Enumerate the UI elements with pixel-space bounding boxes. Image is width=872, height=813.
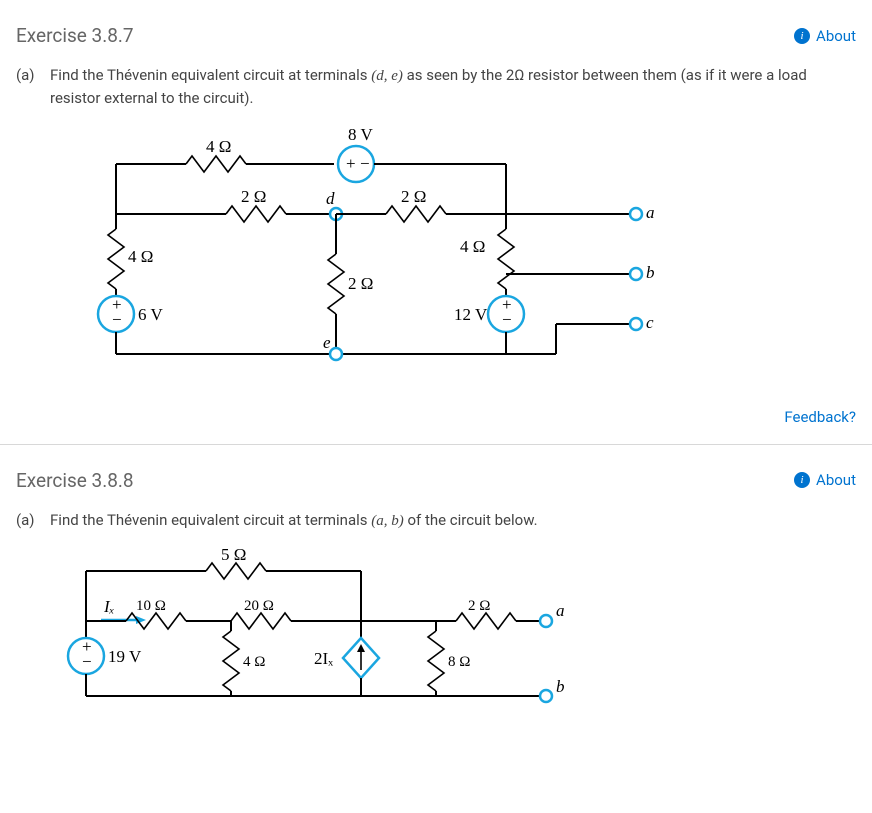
node-a: a (646, 203, 655, 222)
r-5: 5 Ω (221, 546, 246, 564)
svg-text:−: − (360, 154, 370, 173)
part-a: (a) Find the Thévenin equivalent circuit… (16, 65, 856, 110)
ix-label: Iₓ (103, 597, 115, 616)
svg-text:−: − (82, 652, 92, 671)
node-c: c (646, 313, 654, 332)
info-icon: i (794, 28, 810, 44)
r-2b: 2 Ω (401, 187, 426, 206)
about-link[interactable]: i About (794, 27, 856, 45)
q-r: 2Ω (506, 66, 524, 84)
node-d: d (326, 189, 335, 208)
node-b: b (646, 263, 655, 282)
exercise-title: Exercise 3.8.7 (16, 24, 134, 47)
question-text: Find the Thévenin equivalent circuit at … (50, 65, 856, 110)
node-e: e (323, 333, 331, 352)
circuit-387: + − 4 Ω 8 V 2 Ω d 2 Ω a (76, 124, 856, 388)
r-2a: 2 Ω (241, 187, 266, 206)
q-post: of the circuit below. (404, 511, 538, 529)
r-10: 10 Ω (136, 598, 166, 614)
q-terms: (a, b) (371, 513, 404, 529)
feedback-link[interactable]: Feedback? (16, 388, 856, 444)
svg-text:+: + (346, 154, 356, 173)
circuit-svg-387: + − 4 Ω 8 V 2 Ω d 2 Ω a (76, 124, 696, 384)
dep-label: 2Iₓ (314, 649, 333, 668)
v-top: 8 V (348, 125, 373, 144)
q-pre: Find the Thévenin equivalent circuit at … (50, 511, 371, 529)
part-label: (a) (16, 510, 40, 533)
exercise-title: Exercise 3.8.8 (16, 469, 134, 492)
svg-text:−: − (112, 310, 122, 329)
about-label: About (816, 27, 856, 45)
node-a: a (556, 601, 565, 620)
feedback-label: Feedback? (784, 408, 856, 426)
svg-text:−: − (502, 310, 512, 329)
r-2mid: 2 Ω (348, 274, 373, 293)
circuit-svg-388: 5 Ω Iₓ 10 Ω 20 Ω 2 Ω a (56, 546, 616, 726)
r-4right: 4 Ω (460, 237, 485, 256)
exercise-header: Exercise 3.8.7 i About (16, 24, 856, 47)
exercise-387: Exercise 3.8.7 i About (a) Find the Thév… (0, 0, 872, 445)
about-label: About (816, 471, 856, 489)
r-20: 20 Ω (244, 598, 274, 614)
r-top: 4 Ω (206, 137, 231, 156)
about-link[interactable]: i About (794, 471, 856, 489)
r-4left: 4 Ω (128, 247, 153, 266)
part-label: (a) (16, 65, 40, 110)
part-a: (a) Find the Thévenin equivalent circuit… (16, 510, 856, 533)
v-12: 12 V (454, 305, 488, 324)
q-mid: as seen by the (403, 66, 506, 84)
exercise-388: Exercise 3.8.8 i About (a) Find the Thév… (0, 445, 872, 731)
q-pre: Find the Thévenin equivalent circuit at … (50, 66, 371, 84)
q-terms: (d, e) (371, 68, 403, 84)
question-text: Find the Thévenin equivalent circuit at … (50, 510, 538, 533)
v-19: 19 V (108, 647, 142, 666)
node-b: b (556, 677, 565, 696)
exercise-header: Exercise 3.8.8 i About (16, 469, 856, 492)
v-6: 6 V (138, 305, 163, 324)
circuit-388: 5 Ω Iₓ 10 Ω 20 Ω 2 Ω a (56, 546, 856, 730)
r-8: 8 Ω (448, 654, 470, 670)
r-4: 4 Ω (243, 654, 265, 670)
info-icon: i (794, 472, 810, 488)
r-2: 2 Ω (468, 598, 490, 614)
